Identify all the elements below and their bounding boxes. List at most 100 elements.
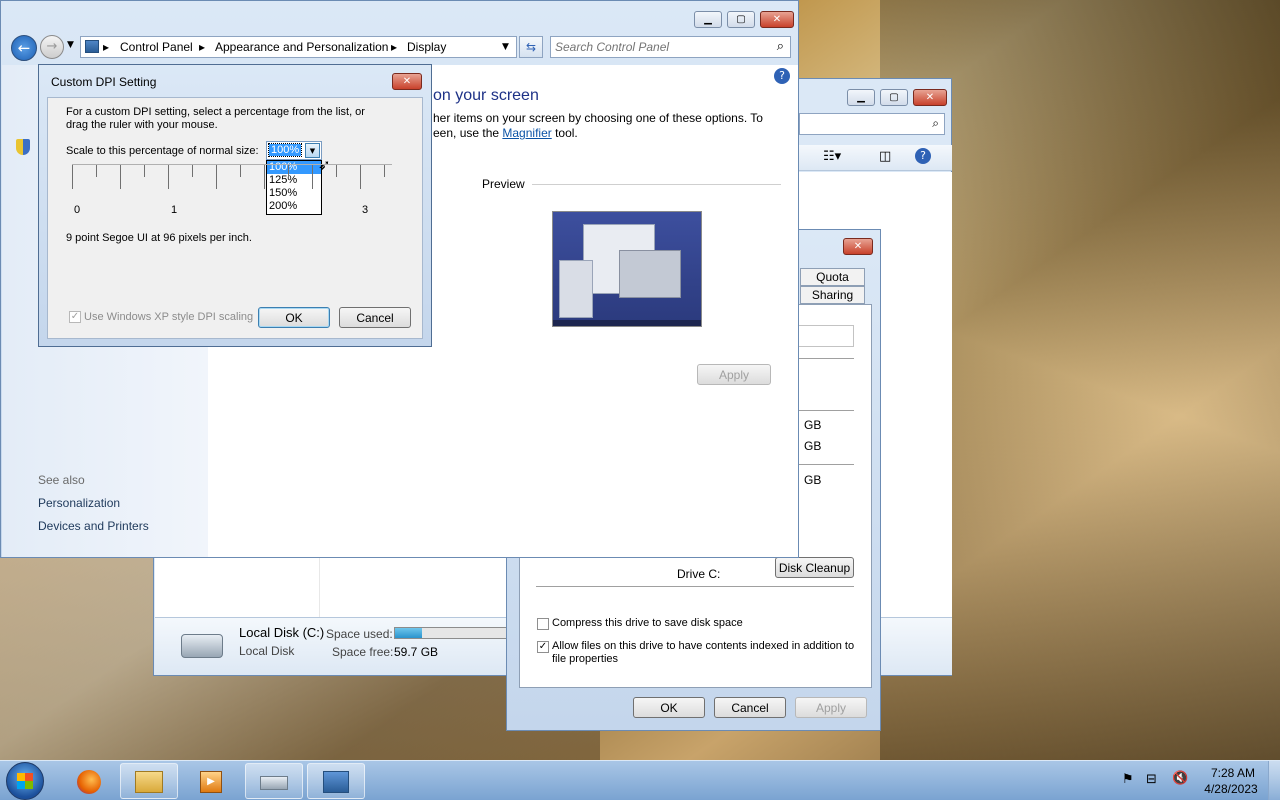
- close-button[interactable]: ✕: [392, 73, 422, 90]
- tab-quota[interactable]: Quota: [800, 268, 865, 286]
- ruler-label-3: 3: [362, 204, 369, 216]
- forward-button[interactable]: →: [40, 35, 64, 59]
- ruler-tick: [384, 165, 385, 177]
- drive-name: Local Disk (C:): [239, 625, 325, 640]
- maximize-button[interactable]: ▢: [727, 11, 755, 28]
- taskbar: ▶ ⚑ ⊟ 🔇 7:28 AM 4/28/2023: [0, 760, 1280, 800]
- free-space-gb: GB: [804, 439, 822, 453]
- action-center-flag-icon[interactable]: ⚑: [1122, 772, 1134, 787]
- space-free-value: 59.7 GB: [394, 645, 439, 659]
- search-icon: ⌕: [776, 39, 784, 54]
- space-used-bar: [394, 627, 514, 639]
- uac-shield-icon: [16, 139, 30, 155]
- drive-label-field[interactable]: [795, 325, 854, 347]
- dpi-ruler[interactable]: [72, 164, 392, 192]
- ok-button[interactable]: OK: [633, 697, 705, 718]
- ruler-tick: [240, 165, 241, 177]
- help-icon[interactable]: ?: [915, 148, 931, 164]
- personalization-link[interactable]: Personalization: [38, 496, 120, 510]
- taskbar-media-player[interactable]: ▶: [182, 763, 240, 799]
- compress-checkbox[interactable]: [537, 618, 549, 630]
- refresh-button[interactable]: ⇆: [519, 36, 543, 58]
- dialog-body: For a custom DPI setting, select a perce…: [47, 97, 423, 339]
- search-box[interactable]: ⌕: [550, 36, 791, 58]
- forward-arrow-icon: →: [46, 39, 58, 54]
- magnifier-link[interactable]: Magnifier: [502, 126, 551, 140]
- ruler-label-0: 0: [74, 204, 81, 216]
- ruler-tick: [192, 165, 193, 177]
- explorer-search-box[interactable]: ⌕: [799, 113, 945, 135]
- apply-button[interactable]: Apply: [697, 364, 771, 385]
- description-line2: een, use the Magnifier tool.: [433, 126, 578, 140]
- breadcrumb-control-panel[interactable]: Control Panel: [120, 40, 193, 54]
- help-icon[interactable]: ?: [774, 68, 790, 84]
- drive-label: Drive C:: [677, 567, 721, 581]
- address-dropdown-icon[interactable]: ▼: [502, 42, 509, 52]
- ruler-tick: [120, 165, 121, 189]
- folder-icon: [135, 771, 163, 793]
- index-checkbox[interactable]: ✓: [537, 641, 549, 653]
- ruler-tick: [168, 165, 169, 189]
- maximize-button[interactable]: ▢: [880, 89, 908, 106]
- disk-cleanup-button[interactable]: Disk Cleanup: [775, 557, 854, 578]
- minimize-button[interactable]: ▁: [847, 89, 875, 106]
- close-button[interactable]: ✕: [760, 11, 794, 28]
- recent-pages-dropdown-icon[interactable]: ▼: [67, 40, 74, 50]
- ruler-tick: [96, 165, 97, 177]
- volume-muted-icon[interactable]: 🔇: [1172, 771, 1188, 786]
- scale-select[interactable]: 100% ▼: [266, 141, 322, 160]
- control-panel-icon: [323, 771, 349, 793]
- ruler-tick: [288, 165, 289, 177]
- ok-button[interactable]: OK: [258, 307, 330, 328]
- tab-sharing[interactable]: Sharing: [800, 286, 865, 304]
- space-used-label: Space used:: [326, 627, 393, 641]
- address-bar[interactable]: ▸ Control Panel ▸ Appearance and Persona…: [80, 36, 517, 58]
- taskbar-control-panel[interactable]: [307, 763, 365, 799]
- media-player-icon: ▶: [200, 771, 222, 793]
- ruler-tick: [144, 165, 145, 177]
- instructions-line2: drag the ruler with your mouse.: [66, 119, 218, 131]
- page-heading: on your screen: [433, 87, 539, 104]
- drive-icon: [260, 776, 288, 790]
- close-button[interactable]: ✕: [843, 238, 873, 255]
- ruler-tick: [336, 165, 337, 177]
- drive-icon: [181, 634, 223, 658]
- close-button[interactable]: ✕: [913, 89, 947, 106]
- search-icon: ⌕: [932, 116, 939, 130]
- view-options-icon[interactable]: ☷▾: [823, 149, 841, 164]
- dialog-title: Custom DPI Setting: [51, 75, 157, 89]
- taskbar-explorer[interactable]: [120, 763, 178, 799]
- option-200[interactable]: 200%: [267, 200, 321, 213]
- minimize-button[interactable]: ▁: [694, 11, 722, 28]
- apply-button[interactable]: Apply: [795, 697, 867, 718]
- font-info-text: 9 point Segoe UI at 96 pixels per inch.: [66, 232, 252, 244]
- clock-date[interactable]: 4/28/2023: [1202, 782, 1260, 796]
- cancel-button[interactable]: Cancel: [339, 307, 411, 328]
- breadcrumb-display[interactable]: Display: [407, 40, 446, 54]
- devices-printers-link[interactable]: Devices and Printers: [38, 519, 149, 533]
- start-button[interactable]: [6, 762, 44, 800]
- preview-label: Preview: [482, 177, 525, 191]
- taskbar-firefox[interactable]: [60, 763, 118, 799]
- back-button[interactable]: ←: [11, 35, 37, 61]
- compress-label: Compress this drive to save disk space: [552, 617, 743, 629]
- xp-scaling-checkbox[interactable]: ✓: [69, 311, 81, 323]
- preview-pane-icon[interactable]: ◫: [879, 149, 891, 164]
- clock-time[interactable]: 7:28 AM: [1208, 766, 1258, 780]
- network-icon[interactable]: ⊟: [1146, 772, 1157, 787]
- see-also-label: See also: [38, 473, 85, 487]
- firefox-icon: [77, 770, 101, 794]
- custom-dpi-dialog[interactable]: Custom DPI Setting ✕ For a custom DPI se…: [38, 64, 432, 347]
- preview-image: [552, 211, 702, 327]
- breadcrumb-appearance[interactable]: Appearance and Personalization: [215, 40, 388, 54]
- taskbar-drive[interactable]: [245, 763, 303, 799]
- cancel-button[interactable]: Cancel: [714, 697, 786, 718]
- search-input[interactable]: [555, 39, 765, 55]
- ruler-label-1: 1: [171, 204, 178, 216]
- index-label-line2: file properties: [552, 653, 619, 665]
- space-free-label: Space free:: [332, 645, 394, 659]
- windows-logo-icon: [17, 773, 33, 789]
- ruler-tick: [360, 165, 361, 189]
- index-label-line1: Allow files on this drive to have conten…: [552, 640, 855, 652]
- show-desktop-button[interactable]: [1268, 761, 1280, 800]
